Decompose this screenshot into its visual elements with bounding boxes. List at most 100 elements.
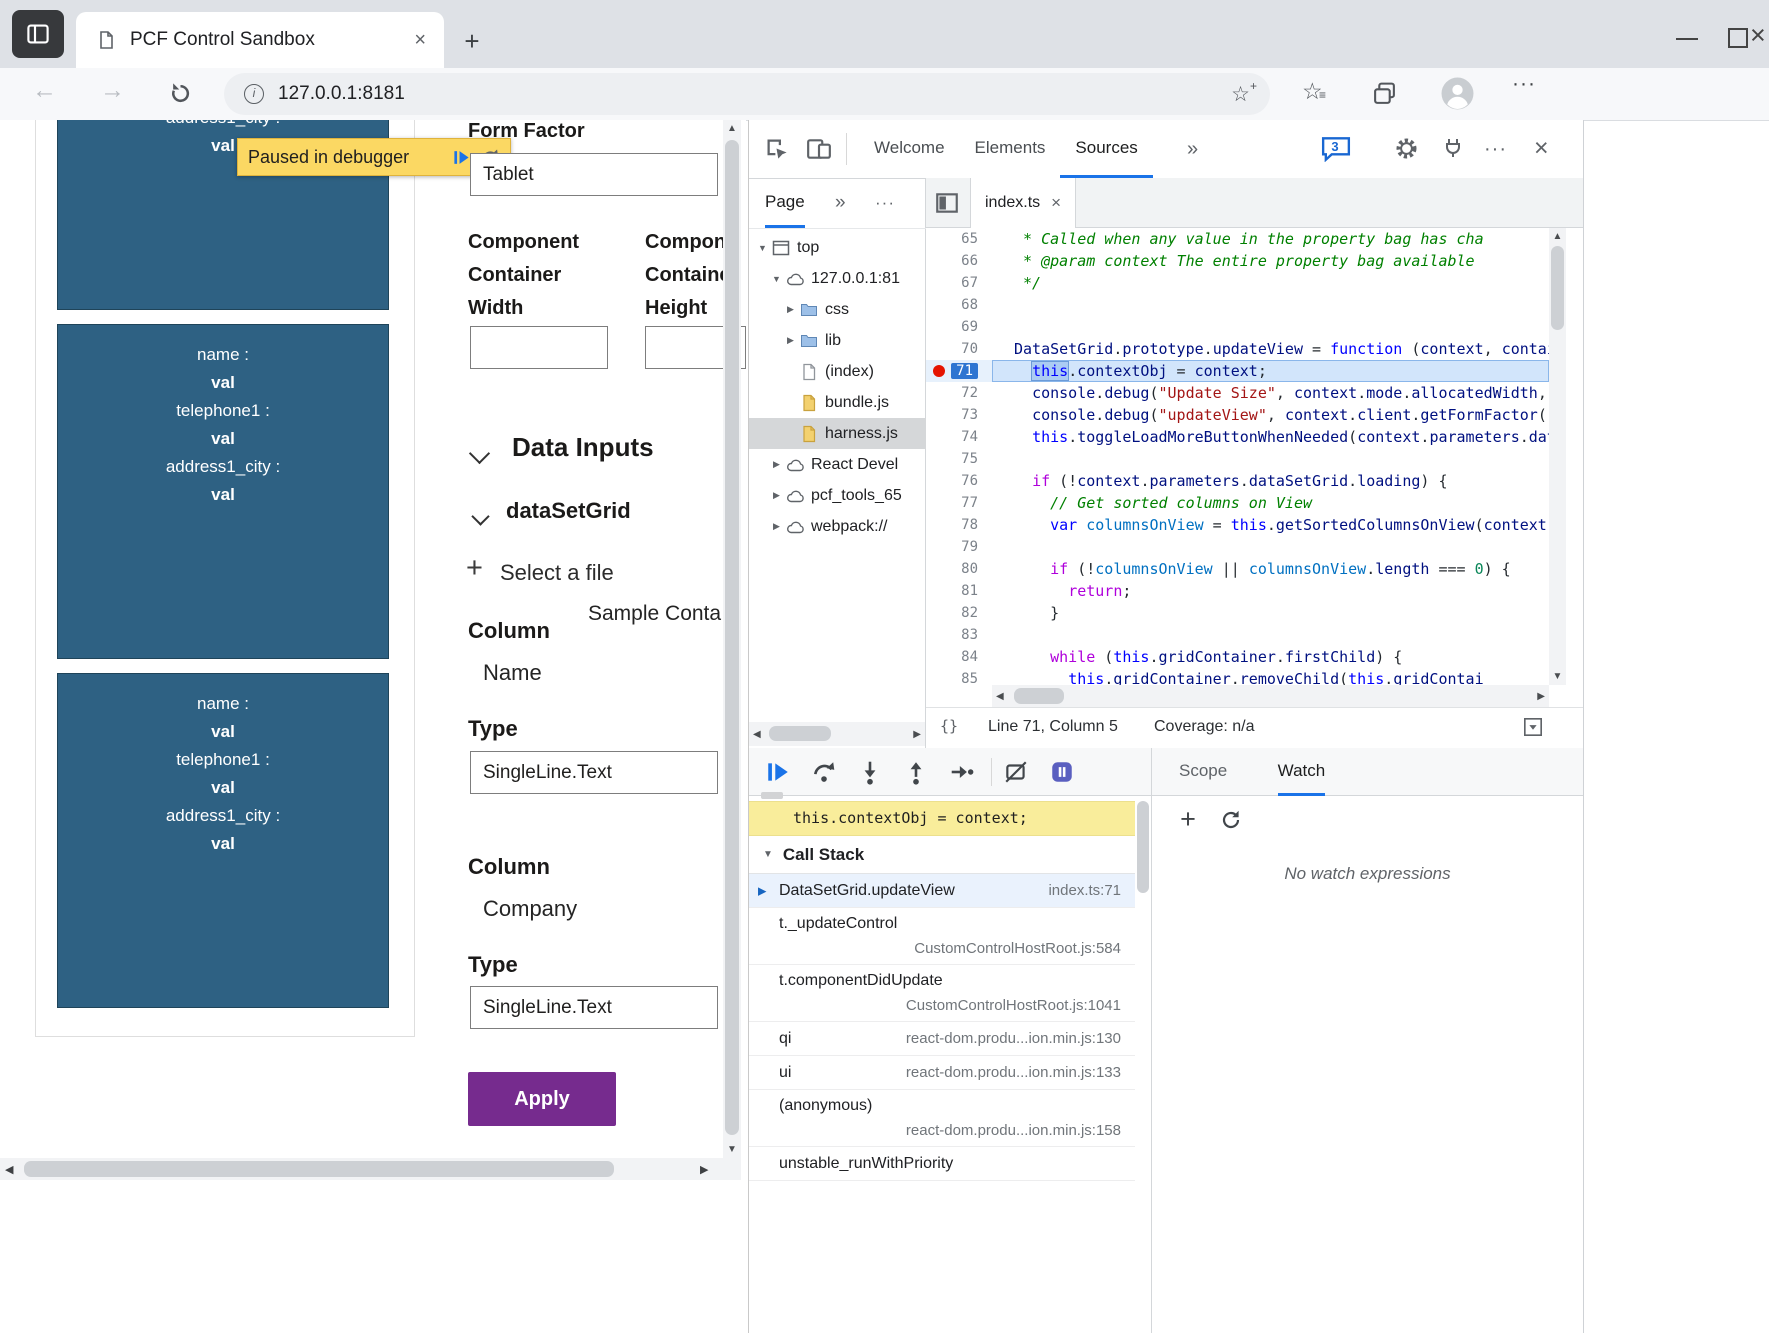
record-card[interactable]: name :valtelephone1 :valaddress1_city :v… — [57, 324, 389, 659]
code-line-72[interactable]: 72 console.debug("Update Size", context.… — [926, 382, 1549, 404]
select-file-plus-icon[interactable]: + — [466, 552, 483, 585]
page-hscroll-thumb[interactable] — [24, 1161, 614, 1177]
more-tabs-icon[interactable]: » — [1187, 120, 1198, 178]
paused-breakpoint-row[interactable]: this.contextObj = context; — [749, 801, 1135, 836]
back-button[interactable]: ← — [32, 76, 57, 105]
scroll-left-icon[interactable]: ◀ — [996, 691, 1004, 702]
file-tab-index-ts[interactable]: index.ts × — [970, 178, 1076, 228]
settings-gear-icon[interactable] — [1394, 136, 1419, 161]
call-stack-frame[interactable]: qireact-dom.produ...ion.min.js:130 — [749, 1022, 1135, 1056]
collections-icon[interactable] — [1372, 81, 1397, 106]
pause-on-exceptions-button[interactable] — [1049, 759, 1075, 785]
dataset-chevron-icon[interactable] — [471, 507, 489, 525]
step-over-button[interactable] — [811, 759, 837, 785]
new-tab-button[interactable]: + — [456, 26, 488, 58]
gutter-line-number[interactable]: 69 — [926, 316, 992, 338]
call-stack-header[interactable]: ▼ Call Stack — [749, 836, 1135, 874]
call-stack-frame[interactable]: (anonymous)react-dom.produ...ion.min.js:… — [749, 1090, 1135, 1147]
tab-watch[interactable]: Watch — [1278, 748, 1326, 796]
gutter-line-number[interactable]: 76 — [926, 470, 992, 492]
tree-arrow-icon[interactable]: ▶ — [769, 490, 784, 501]
gutter-line-number[interactable]: 84 — [926, 646, 992, 668]
scroll-right-icon[interactable]: ▶ — [913, 729, 921, 740]
step-button[interactable] — [949, 759, 975, 785]
gutter-line-number[interactable]: 83 — [926, 624, 992, 646]
scroll-down-icon[interactable]: ▼ — [723, 1144, 741, 1155]
tree-item-webpack-[interactable]: ▶webpack:// — [749, 511, 926, 542]
code-line-65[interactable]: 65 * Called when any value in the proper… — [926, 228, 1549, 250]
code-line-77[interactable]: 77 // Get sorted columns on View — [926, 492, 1549, 514]
tree-item-127-0-0-1-81[interactable]: ▼127.0.0.1:81 — [749, 263, 926, 294]
scroll-up-icon[interactable]: ▲ — [1549, 231, 1566, 242]
code-line-68[interactable]: 68 — [926, 294, 1549, 316]
code-line-85[interactable]: 85 this.gridContainer.removeChild(this.g… — [926, 668, 1549, 685]
add-favorite-icon[interactable]: ☆+ — [1231, 82, 1250, 107]
form-factor-select[interactable]: Tablet — [470, 153, 718, 196]
site-info-icon[interactable]: i — [244, 84, 264, 104]
tab-elements[interactable]: Elements — [960, 120, 1061, 178]
code-line-76[interactable]: 76 if (!context.parameters.dataSetGrid.l… — [926, 470, 1549, 492]
container-width-input[interactable] — [470, 326, 608, 369]
tab-close-icon[interactable]: × — [414, 29, 426, 52]
tab-actions-button[interactable] — [12, 10, 64, 58]
breakpoint-checkbox-partial[interactable] — [761, 792, 783, 799]
gutter-line-number[interactable]: 67 — [926, 272, 992, 294]
deactivate-breakpoints-button[interactable] — [1003, 759, 1029, 785]
call-stack-frame[interactable]: t._updateControlCustomControlHostRoot.js… — [749, 908, 1135, 965]
navigator-hscroll-thumb[interactable] — [769, 726, 831, 741]
tree-arrow-icon[interactable]: ▶ — [783, 335, 798, 346]
resume-button[interactable] — [765, 759, 791, 785]
editor-vscroll-thumb[interactable] — [1551, 246, 1564, 330]
console-messages-button[interactable]: 3 — [1321, 136, 1351, 162]
page-vertical-scrollbar[interactable]: ▲ ▼ — [723, 120, 741, 1158]
banner-resume-button[interactable] — [452, 148, 471, 167]
code-line-79[interactable]: 79 — [926, 536, 1549, 558]
gutter-line-number[interactable]: 71 — [926, 360, 992, 382]
devtools-close-icon[interactable]: × — [1534, 120, 1549, 176]
code-line-83[interactable]: 83 — [926, 624, 1549, 646]
call-stack-frame[interactable]: unstable_runWithPriority — [749, 1147, 1135, 1181]
code-line-69[interactable]: 69 — [926, 316, 1549, 338]
pretty-print-icon[interactable]: {} — [940, 717, 958, 735]
gutter-line-number[interactable]: 72 — [926, 382, 992, 404]
code-line-67[interactable]: 67 */ — [926, 272, 1549, 294]
scroll-up-icon[interactable]: ▲ — [723, 123, 741, 134]
code-line-74[interactable]: 74 this.toggleLoadMoreButtonWhenNeeded(c… — [926, 426, 1549, 448]
apply-button[interactable]: Apply — [468, 1072, 616, 1126]
tree-item-react-devel[interactable]: ▶React Devel — [749, 449, 926, 480]
editor-hscrollbar[interactable]: ◀ ▶ — [992, 685, 1549, 707]
code-line-70[interactable]: 70DataSetGrid.prototype.updateView = fun… — [926, 338, 1549, 360]
gutter-line-number[interactable]: 80 — [926, 558, 992, 580]
window-maximize-button[interactable] — [1728, 28, 1748, 48]
step-out-button[interactable] — [903, 759, 929, 785]
page-vscroll-thumb[interactable] — [725, 140, 739, 1135]
gutter-line-number[interactable]: 74 — [926, 426, 992, 448]
code-line-71[interactable]: 71 this.contextObj = context; — [926, 360, 1549, 382]
tree-item-css[interactable]: ▶css — [749, 294, 926, 325]
tree-item-harness-js[interactable]: harness.js — [749, 418, 926, 449]
gutter-line-number[interactable]: 81 — [926, 580, 992, 602]
profile-avatar[interactable] — [1441, 77, 1474, 110]
gutter-line-number[interactable]: 73 — [926, 404, 992, 426]
url-text[interactable]: 127.0.0.1:8181 — [278, 83, 1231, 105]
code-line-75[interactable]: 75 — [926, 448, 1549, 470]
data-inputs-chevron-icon[interactable] — [469, 443, 490, 464]
tree-arrow-icon[interactable]: ▶ — [769, 521, 784, 532]
debugger-pane-vscroll-thumb[interactable] — [1137, 801, 1149, 893]
reload-button[interactable] — [168, 81, 193, 106]
navigator-menu-icon[interactable]: ··· — [875, 178, 895, 228]
scroll-left-icon[interactable]: ◀ — [753, 729, 761, 740]
gutter-line-number[interactable]: 82 — [926, 602, 992, 624]
code-line-78[interactable]: 78 var columnsOnView = this.getSortedCol… — [926, 514, 1549, 536]
code-line-80[interactable]: 80 if (!columnsOnView || columnsOnView.l… — [926, 558, 1549, 580]
watch-add-icon[interactable]: + — [1173, 796, 1203, 844]
type2-input[interactable]: SingleLine.Text — [470, 986, 718, 1029]
tree-item--index-[interactable]: (index) — [749, 356, 926, 387]
type1-input[interactable]: SingleLine.Text — [470, 751, 718, 794]
gutter-line-number[interactable]: 75 — [926, 448, 992, 470]
collapse-navigator-icon[interactable] — [934, 190, 960, 216]
tab-sources[interactable]: Sources — [1060, 120, 1152, 178]
dock-source-icon[interactable] — [1523, 717, 1543, 737]
gutter-line-number[interactable]: 68 — [926, 294, 992, 316]
tree-item-lib[interactable]: ▶lib — [749, 325, 926, 356]
